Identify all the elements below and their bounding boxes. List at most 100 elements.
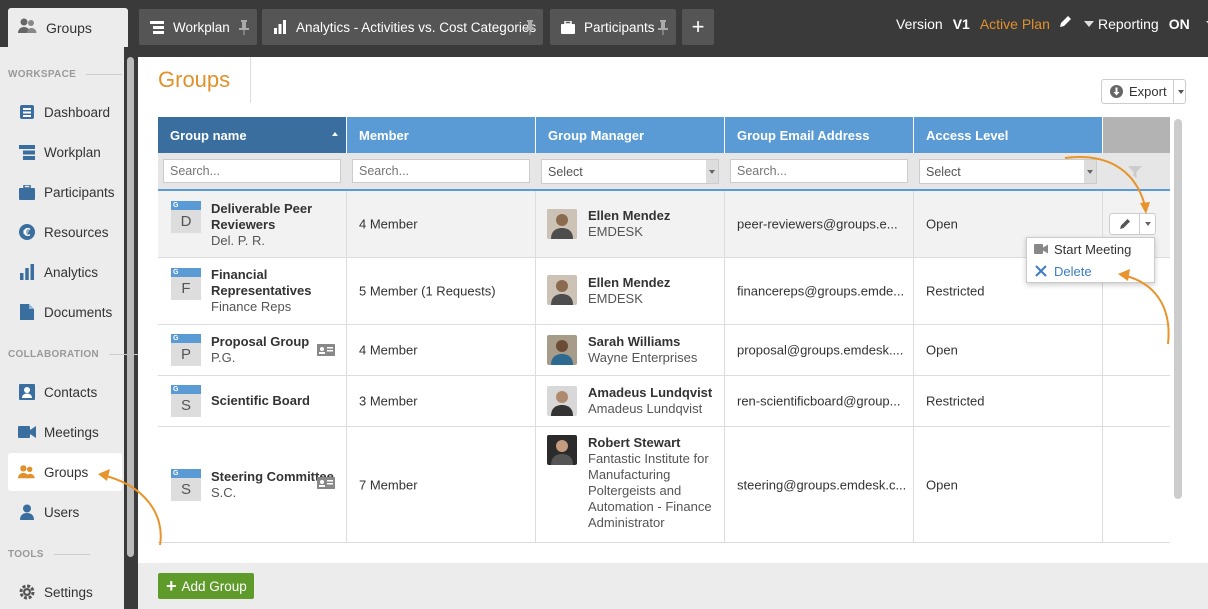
reporting-toggle[interactable]: Reporting ON: [1098, 0, 1208, 47]
group-name[interactable]: Proposal Group: [211, 334, 309, 350]
group-name[interactable]: Deliverable Peer: [211, 201, 312, 217]
group-name-search-input[interactable]: [163, 159, 341, 183]
table-row[interactable]: G P Proposal Group P.G. 4 Member Sarah W…: [158, 325, 1170, 376]
chevron-down-icon[interactable]: [1083, 20, 1094, 27]
home-tab-label: Groups: [46, 19, 92, 36]
manager-name[interactable]: Amadeus Lundqvist: [588, 385, 712, 401]
manager-cell: Sarah Williams Wayne Enterprises: [536, 325, 725, 375]
access-level-select[interactable]: Select: [919, 159, 1097, 184]
briefcase-icon: [560, 19, 576, 35]
document-icon: [18, 303, 36, 321]
section-label: WORKSPACE: [8, 69, 77, 80]
group-avatar-icon: G P: [171, 334, 201, 366]
access-level: Open: [926, 477, 958, 492]
sidebar: WORKSPACE Dashboard Workplan Participant…: [0, 47, 145, 609]
group-name-cell: G P Proposal Group P.G.: [158, 325, 347, 375]
member-count[interactable]: 4 Member: [359, 217, 418, 232]
column-header-group-manager[interactable]: Group Manager: [536, 117, 725, 153]
add-group-button[interactable]: + Add Group: [158, 573, 254, 599]
sidebar-item-meetings[interactable]: Meetings: [8, 413, 122, 451]
sidebar-scrollbar[interactable]: [127, 57, 134, 557]
avatar: [547, 435, 577, 465]
member-search-input[interactable]: [352, 159, 530, 183]
table-row[interactable]: G F Financial Representatives Finance Re…: [158, 258, 1170, 325]
pencil-icon[interactable]: [1058, 15, 1072, 32]
sidebar-item-workplan[interactable]: Workplan: [8, 133, 122, 171]
sidebar-item-analytics[interactable]: Analytics: [8, 253, 122, 291]
add-tab-button[interactable]: +: [682, 9, 714, 45]
member-count[interactable]: 3 Member: [359, 394, 418, 409]
tab-workplan[interactable]: Workplan: [139, 9, 257, 45]
version-selector[interactable]: Version V1 Active Plan: [896, 0, 1094, 47]
group-avatar-icon: G F: [171, 268, 201, 300]
column-header-access-level[interactable]: Access Level: [914, 117, 1103, 153]
group-badge: G: [171, 334, 201, 343]
group-name[interactable]: Steering Committee: [211, 469, 334, 485]
chevron-down-icon: [1084, 160, 1096, 183]
group-name-cell: G S Steering Committee S.C.: [158, 427, 347, 542]
sidebar-item-label: Resources: [44, 224, 109, 240]
group-name[interactable]: Representatives: [211, 283, 311, 299]
sidebar-item-label: Workplan: [44, 144, 101, 160]
group-letter: P: [171, 343, 201, 366]
manager-name[interactable]: Robert Stewart: [588, 435, 712, 451]
pencil-icon[interactable]: [1110, 214, 1140, 234]
table-row[interactable]: G S Scientific Board 3 Member Amadeus Lu…: [158, 376, 1170, 427]
manager-organization: Amadeus Lundqvist: [588, 401, 703, 416]
group-abbreviation: S.C.: [211, 485, 237, 500]
tab-participants[interactable]: Participants: [550, 9, 676, 45]
sidebar-item-dashboard[interactable]: Dashboard: [8, 93, 122, 131]
manager-cell: Ellen Mendez EMDESK: [536, 191, 725, 257]
sidebar-item-documents[interactable]: Documents: [8, 293, 122, 331]
column-label: Access Level: [926, 127, 1009, 143]
column-label: Group name: [170, 127, 247, 143]
column-header-member[interactable]: Member: [347, 117, 536, 153]
table-scrollbar[interactable]: [1174, 119, 1182, 499]
svg-text:€: €: [22, 226, 31, 239]
manager-name[interactable]: Sarah Williams: [588, 334, 697, 350]
pin-icon[interactable]: [239, 19, 249, 35]
group-name[interactable]: Scientific Board: [211, 393, 310, 409]
export-button[interactable]: Export: [1101, 79, 1186, 104]
group-name-cell: G S Scientific Board: [158, 376, 347, 426]
member-count[interactable]: 7 Member: [359, 477, 418, 492]
pin-icon[interactable]: [658, 19, 668, 35]
manager-name[interactable]: Ellen Mendez: [588, 275, 670, 291]
menu-item-start-meeting[interactable]: Start Meeting: [1027, 238, 1154, 260]
menu-item-delete[interactable]: Delete: [1027, 260, 1154, 282]
member-count[interactable]: 4 Member: [359, 343, 418, 358]
column-header-email[interactable]: Group Email Address: [725, 117, 914, 153]
sidebar-item-participants[interactable]: Participants: [8, 173, 122, 211]
member-count[interactable]: 5 Member (1 Requests): [359, 284, 496, 299]
sidebar-item-resources[interactable]: € Resources: [8, 213, 122, 251]
email-search-input[interactable]: [730, 159, 908, 183]
sidebar-section-collaboration: COLLABORATION: [8, 349, 145, 360]
sidebar-item-contacts[interactable]: Contacts: [8, 373, 122, 411]
table-row[interactable]: G S Steering Committee S.C. 7 Member Rob…: [158, 427, 1170, 543]
group-name[interactable]: Reviewers: [211, 217, 312, 233]
sidebar-item-settings[interactable]: Settings: [8, 573, 122, 609]
column-header-group-name[interactable]: Group name: [158, 117, 347, 153]
menu-item-label: Delete: [1054, 263, 1092, 279]
sidebar-item-groups[interactable]: Groups: [8, 453, 122, 491]
row-edit-button[interactable]: [1109, 213, 1156, 235]
tab-label: Analytics - Activities vs. Cost Categori…: [296, 19, 537, 35]
sidebar-item-users[interactable]: Users: [8, 493, 122, 531]
divider: [1172, 80, 1174, 103]
plan-status: Active Plan: [979, 15, 1050, 32]
manager-name[interactable]: Ellen Mendez: [588, 208, 670, 224]
manager-organization: Wayne Enterprises: [588, 350, 698, 365]
id-card-icon: [317, 477, 335, 489]
pin-icon[interactable]: [525, 19, 535, 35]
chevron-down-icon[interactable]: [1177, 89, 1184, 94]
group-manager-select[interactable]: Select: [541, 159, 719, 184]
filter-icon[interactable]: [1128, 166, 1142, 181]
table-row[interactable]: G D Deliverable Peer Reviewers Del. P. R…: [158, 191, 1170, 258]
home-tab-groups[interactable]: Groups: [8, 8, 128, 47]
group-name[interactable]: Financial: [211, 267, 311, 283]
bar-chart-icon: [18, 263, 36, 281]
manager-cell: Robert Stewart Fantastic Institute for M…: [536, 427, 725, 542]
chevron-down-icon[interactable]: [1140, 214, 1155, 234]
tab-analytics[interactable]: Analytics - Activities vs. Cost Categori…: [262, 9, 543, 45]
group-badge: G: [171, 469, 201, 478]
